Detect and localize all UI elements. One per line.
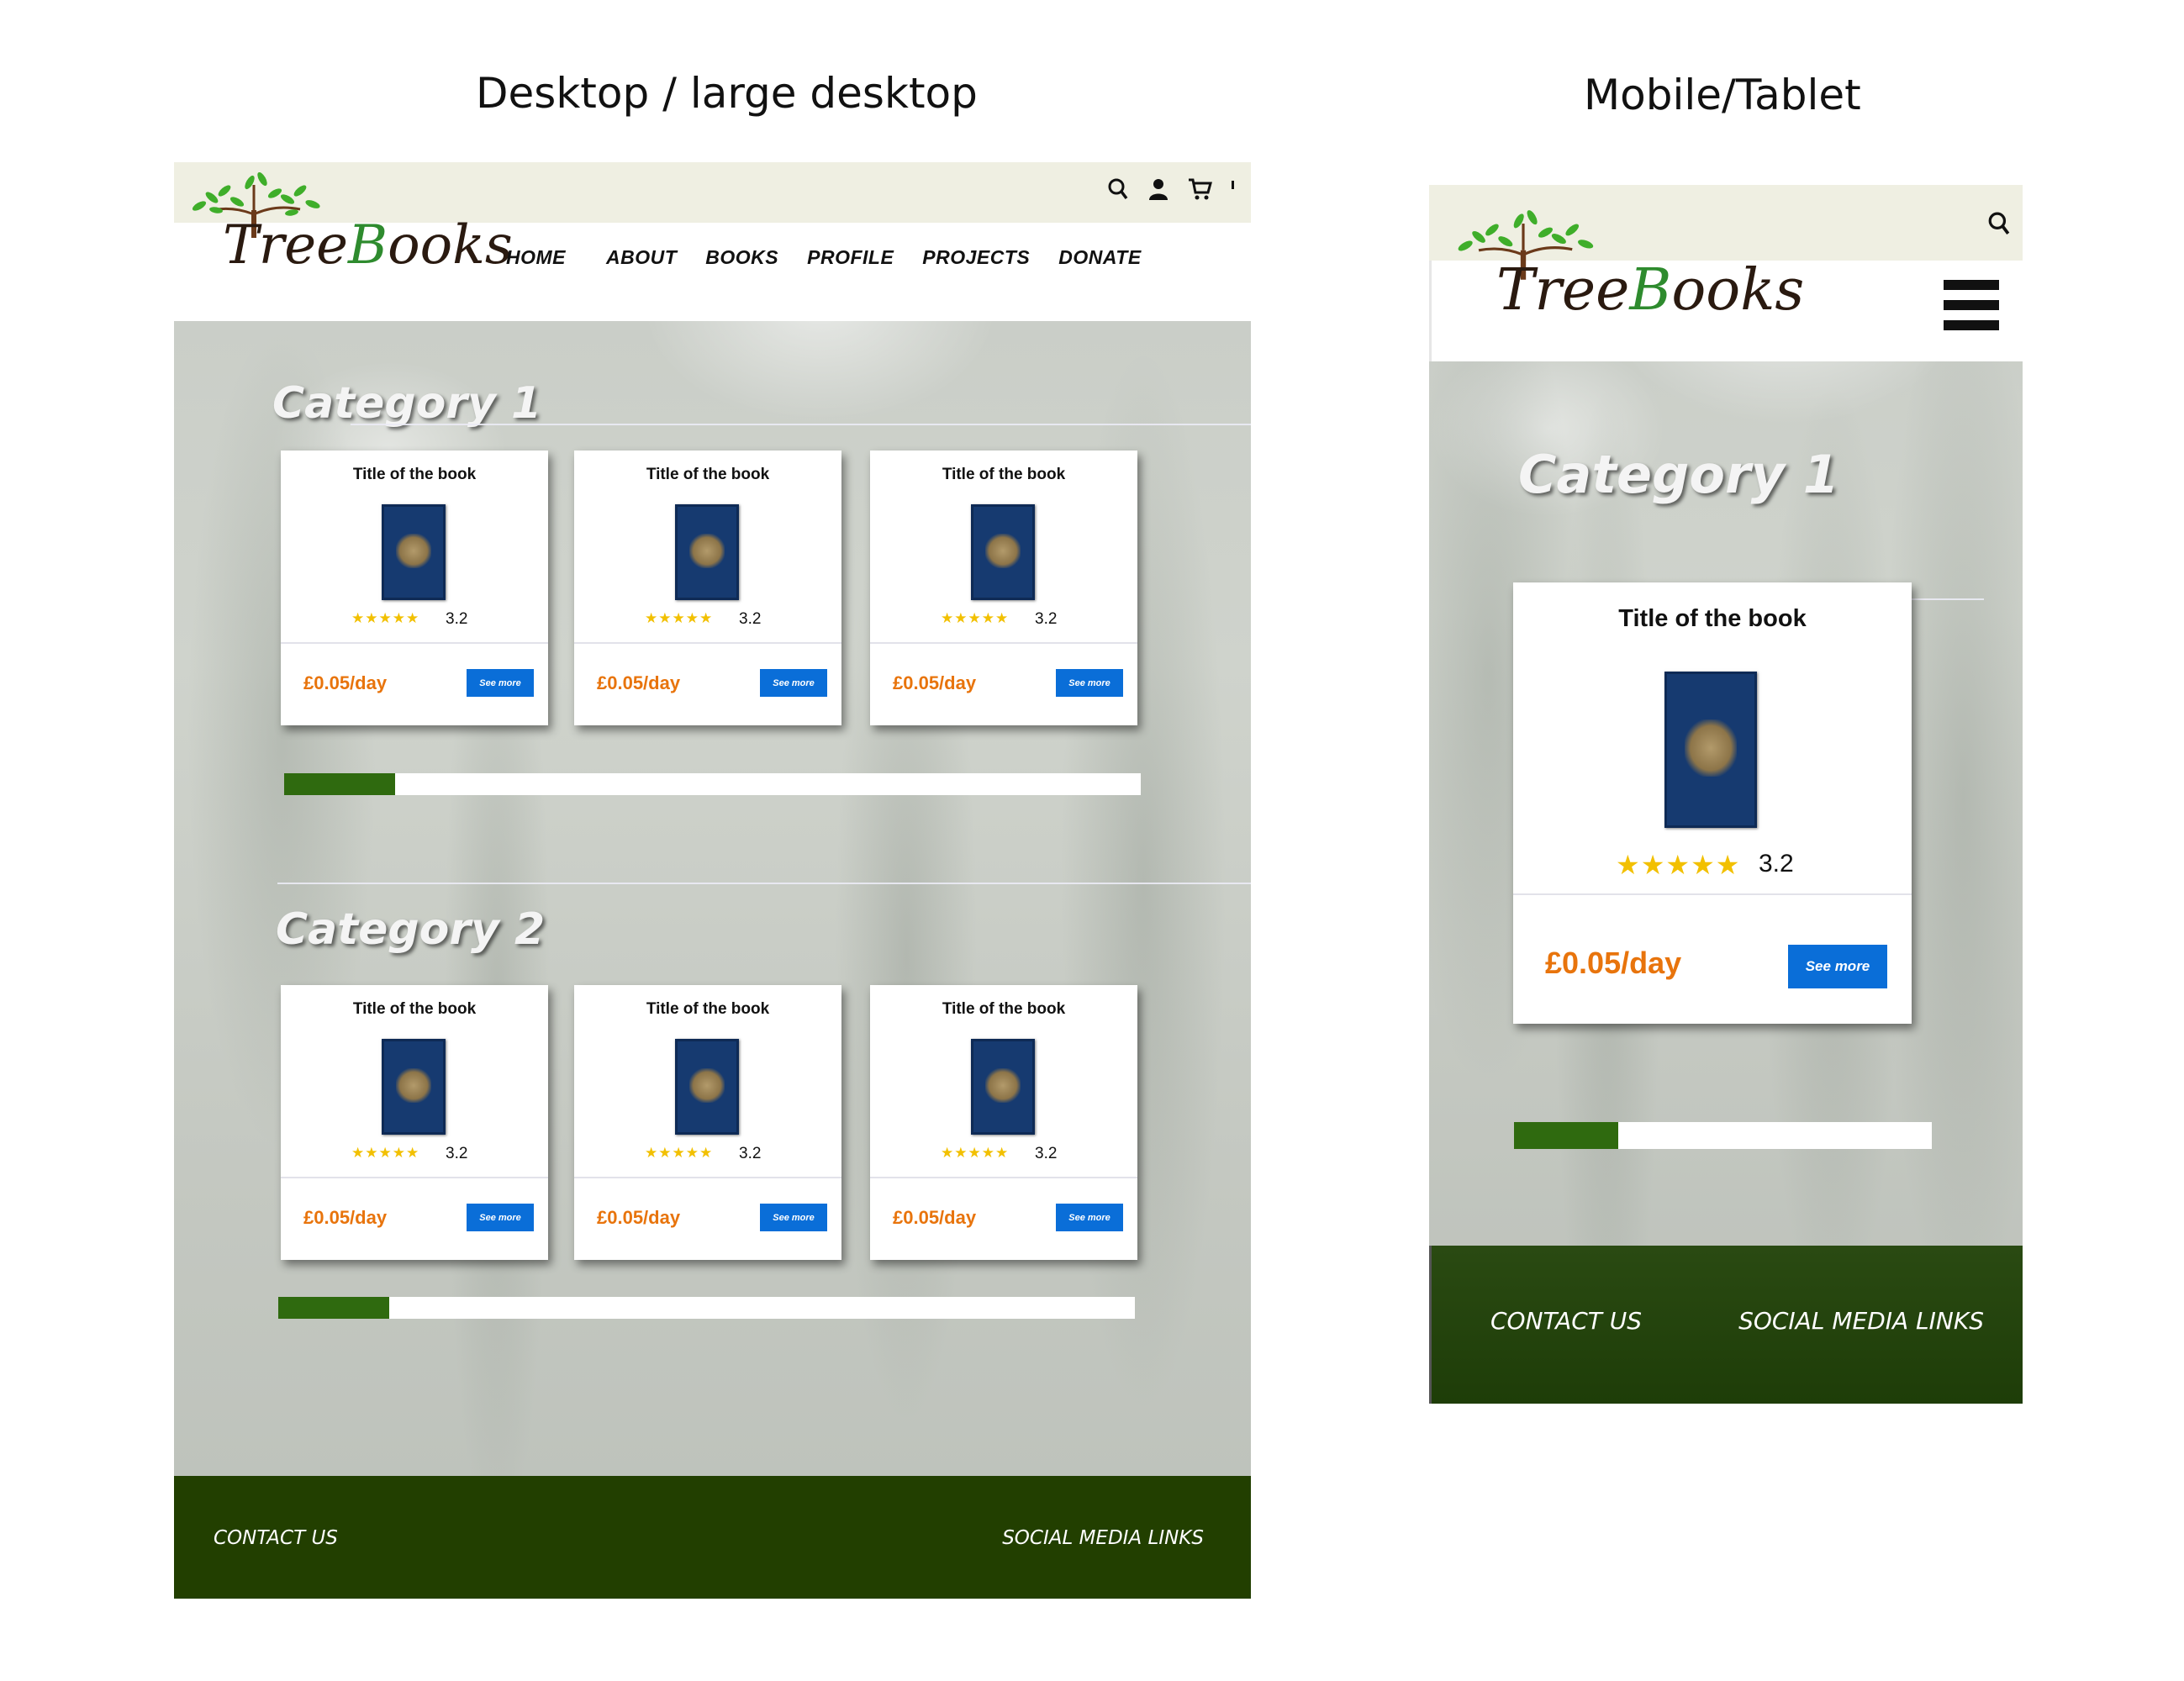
book-title: Title of the book [646,466,770,483]
book-title: Title of the book [352,1000,477,1018]
desktop-heading: Desktop / large desktop [476,69,978,118]
user-icon[interactable] [1147,177,1169,201]
book-price: £0.05/day [597,1207,681,1228]
book-price: £0.05/day [893,672,977,693]
card-divider [870,1177,1137,1178]
desktop-main-nav: HOME ABOUT BOOKS PROFILE PROJECTS DONATE [506,246,1142,269]
mobile-heading: Mobile/Tablet [1584,71,1861,119]
see-more-button[interactable]: See more [1788,945,1887,988]
book-cover-image [675,504,739,600]
book-price: £0.05/day [303,1207,388,1228]
social-media-links[interactable]: SOCIAL MEDIA LINKS [1002,1527,1204,1549]
mobile-logo[interactable]: TreeBooks [1448,210,1804,353]
carousel-scrollbar-thumb[interactable] [278,1297,390,1319]
nav-home[interactable]: HOME [506,246,566,269]
cart-icon[interactable] [1188,177,1213,201]
nav-projects[interactable]: PROJECTS [922,246,1030,269]
book-price: £0.05/day [1545,946,1682,980]
card-divider [1513,893,1912,895]
nav-donate[interactable]: DONATE [1058,246,1141,269]
book-cover-image [971,504,1035,600]
star-rating-icon: ★★★★★ [1616,849,1741,881]
hamburger-menu-icon[interactable] [1944,280,1999,330]
book-price: £0.05/day [597,672,681,693]
star-rating-icon: ★★★★★ [941,1145,1010,1162]
carousel-scrollbar[interactable] [1514,1122,1932,1149]
book-card[interactable]: Title of the book ★★★★★ 3.2 £0.05/day Se… [870,985,1137,1260]
see-more-button[interactable]: See more [1056,1204,1123,1231]
card-divider [281,642,548,644]
see-more-button[interactable]: See more [467,1204,534,1231]
carousel-scrollbar-thumb[interactable] [284,773,396,795]
book-price: £0.05/day [893,1207,977,1228]
mobile-mockup: TreeBooks Category 1 Title of the book ★… [1429,185,2023,1404]
star-rating-icon: ★★★★★ [351,1145,420,1162]
star-rating-icon: ★★★★★ [941,610,1010,627]
carousel-scrollbar-thumb[interactable] [1514,1122,1619,1149]
mobile-main-content: Category 1 Title of the book ★★★★★ 3.2 £… [1429,361,2023,1246]
book-title: Title of the book [942,1000,1066,1018]
book-card[interactable]: Title of the book ★★★★★ 3.2 £0.05/day Se… [281,451,548,725]
desktop-logo[interactable]: TreeBooks [182,172,513,298]
contact-us-link[interactable]: CONTACT US [1490,1307,1642,1335]
nav-profile[interactable]: PROFILE [807,246,894,269]
desktop-main-content: Category 1 Title of the book ★★★★★ 3.2 £… [174,321,1251,1476]
search-icon[interactable] [1987,210,2011,237]
category-divider [277,883,1251,884]
star-rating-icon: ★★★★★ [351,610,420,627]
book-card[interactable]: Title of the book ★★★★★ 3.2 £0.05/day Se… [870,451,1137,725]
category-title: Category 1 [272,378,542,429]
book-title: Title of the book [646,1000,770,1018]
see-more-button[interactable]: See more [1056,669,1123,697]
card-divider [281,1177,548,1178]
book-rating: 3.2 [1759,850,1794,877]
book-title: Title of the book [352,466,477,483]
card-divider [574,642,841,644]
book-rating: 3.2 [1035,610,1058,628]
more-indicator-icon [1232,181,1234,189]
social-media-links[interactable]: SOCIAL MEDIA LINKS [1738,1307,1984,1335]
category-divider [351,424,1251,425]
carousel-scrollbar[interactable] [278,1297,1135,1319]
nav-books[interactable]: BOOKS [705,246,778,269]
logo-wordmark: TreeBooks [223,214,513,277]
desktop-header-icons [1107,177,1234,201]
book-cover-image [1664,672,1757,828]
see-more-button[interactable]: See more [467,669,534,697]
logo-wordmark: TreeBooks [1496,257,1805,324]
book-cover-image [382,1039,446,1135]
book-rating: 3.2 [739,610,762,628]
desktop-mockup: TreeBooks HOME ABOUT BOOKS PROFILE PROJE… [174,162,1251,1599]
nav-about[interactable]: ABOUT [606,246,677,269]
book-rating: 3.2 [446,1145,468,1162]
category-title: Category 1 [1518,444,1839,505]
book-card[interactable]: Title of the book ★★★★★ 3.2 £0.05/day Se… [1513,582,1912,1024]
book-cover-image [675,1039,739,1135]
mobile-footer: CONTACT US SOCIAL MEDIA LINKS [1429,1246,2023,1404]
card-divider [870,642,1137,644]
book-card[interactable]: Title of the book ★★★★★ 3.2 £0.05/day Se… [574,451,841,725]
carousel-scrollbar[interactable] [284,773,1141,795]
see-more-button[interactable]: See more [760,669,827,697]
search-icon[interactable] [1107,177,1129,201]
desktop-footer: CONTACT US SOCIAL MEDIA LINKS [174,1476,1251,1599]
book-title: Title of the book [1618,605,1807,632]
book-cover-image [382,504,446,600]
book-card[interactable]: Title of the book ★★★★★ 3.2 £0.05/day Se… [281,985,548,1260]
book-title: Title of the book [942,466,1066,483]
book-card[interactable]: Title of the book ★★★★★ 3.2 £0.05/day Se… [574,985,841,1260]
book-rating: 3.2 [446,610,468,628]
star-rating-icon: ★★★★★ [645,1145,714,1162]
card-divider [574,1177,841,1178]
star-rating-icon: ★★★★★ [645,610,714,627]
see-more-button[interactable]: See more [760,1204,827,1231]
book-price: £0.05/day [303,672,388,693]
category-title: Category 2 [276,904,546,955]
book-rating: 3.2 [739,1145,762,1162]
book-rating: 3.2 [1035,1145,1058,1162]
contact-us-link[interactable]: CONTACT US [214,1527,338,1549]
book-cover-image [971,1039,1035,1135]
